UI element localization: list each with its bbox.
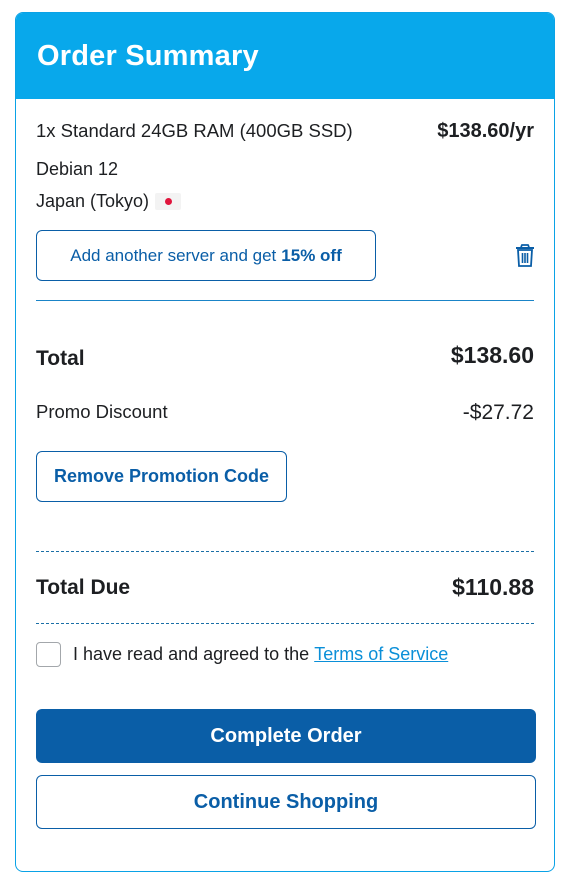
- total-due-label: Total Due: [36, 576, 131, 599]
- location-label: Japan (Tokyo): [36, 191, 150, 211]
- remove-promotion-code-button[interactable]: Remove Promotion Code: [36, 451, 287, 502]
- section-divider: [36, 300, 534, 301]
- order-summary-card: Order Summary 1x Standard 24GB RAM (400G…: [15, 12, 555, 872]
- product-name: 1x Standard 24GB RAM (400GB SSD): [36, 120, 353, 141]
- product-price: $138.60/yr: [437, 120, 534, 142]
- total-value: $138.60: [450, 342, 534, 368]
- terms-agreement-row: I have read and agreed to the Terms of S…: [36, 642, 448, 667]
- japan-flag-icon: [155, 193, 182, 210]
- upsell-discount: 15% off: [281, 245, 342, 265]
- promo-discount-value: -$27.72: [462, 401, 534, 424]
- product-os: Debian 12: [36, 159, 119, 179]
- dashed-divider-bottom: [36, 623, 534, 624]
- product-location: Japan (Tokyo): [36, 191, 182, 212]
- terms-checkbox[interactable]: [36, 642, 61, 667]
- order-summary-header: Order Summary: [16, 13, 554, 99]
- trash-icon[interactable]: [514, 244, 536, 268]
- upsell-prefix: Add another server and get: [70, 245, 277, 265]
- total-due-value: $110.88: [452, 574, 534, 600]
- promo-discount-label: Promo Discount: [36, 401, 168, 422]
- terms-of-service-link[interactable]: Terms of Service: [314, 644, 448, 665]
- dashed-divider-top: [36, 551, 534, 552]
- add-another-server-button[interactable]: Add another server and get 15% off: [36, 230, 376, 281]
- terms-text: I have read and agreed to the: [73, 644, 310, 664]
- continue-shopping-button[interactable]: Continue Shopping: [36, 775, 536, 829]
- complete-order-button[interactable]: Complete Order: [36, 709, 536, 763]
- page-title: Order Summary: [37, 39, 259, 72]
- total-label: Total: [36, 347, 85, 370]
